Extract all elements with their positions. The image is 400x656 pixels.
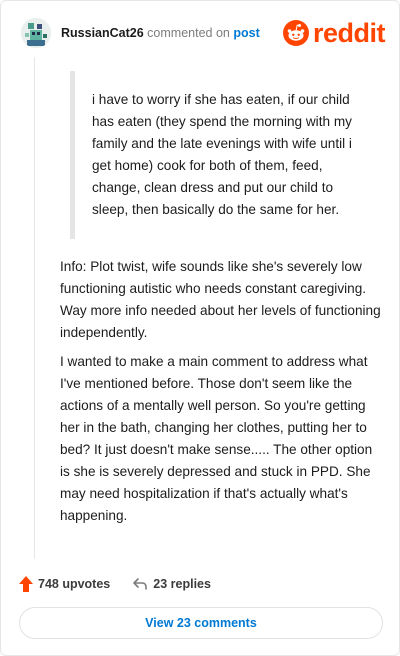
- comment-card: RussianCat26 commented on post reddit i …: [0, 0, 400, 656]
- comment-paragraph-2: I wanted to make a main comment to addre…: [60, 354, 373, 523]
- avatar[interactable]: [21, 18, 51, 48]
- reddit-logo: reddit: [282, 17, 386, 48]
- thread-line[interactable]: [34, 57, 35, 559]
- action-text: commented on: [147, 26, 230, 40]
- upvote-button[interactable]: 748 upvotes: [19, 576, 110, 592]
- reply-icon: [133, 578, 148, 590]
- reddit-alien-icon: [282, 20, 309, 46]
- post-link[interactable]: post: [233, 26, 259, 40]
- quoted-text: i have to worry if she has eaten, if our…: [70, 71, 360, 239]
- comment-header: RussianCat26 commented on post reddit: [21, 15, 386, 51]
- username[interactable]: RussianCat26: [61, 26, 144, 40]
- reply-count: 23 replies: [153, 577, 211, 591]
- upvote-count: 748 upvotes: [38, 577, 111, 591]
- upvote-arrow-icon: [19, 576, 33, 592]
- comment-paragraph-1: Info: Plot twist, wife sounds like she's…: [60, 259, 381, 340]
- reddit-wordmark: reddit: [312, 17, 386, 48]
- reply-button[interactable]: 23 replies: [132, 577, 211, 591]
- comment-actions: 748 upvotes 23 replies: [19, 573, 211, 595]
- view-comments-button[interactable]: View 23 comments: [19, 607, 383, 639]
- comment-meta: RussianCat26 commented on post: [61, 26, 260, 40]
